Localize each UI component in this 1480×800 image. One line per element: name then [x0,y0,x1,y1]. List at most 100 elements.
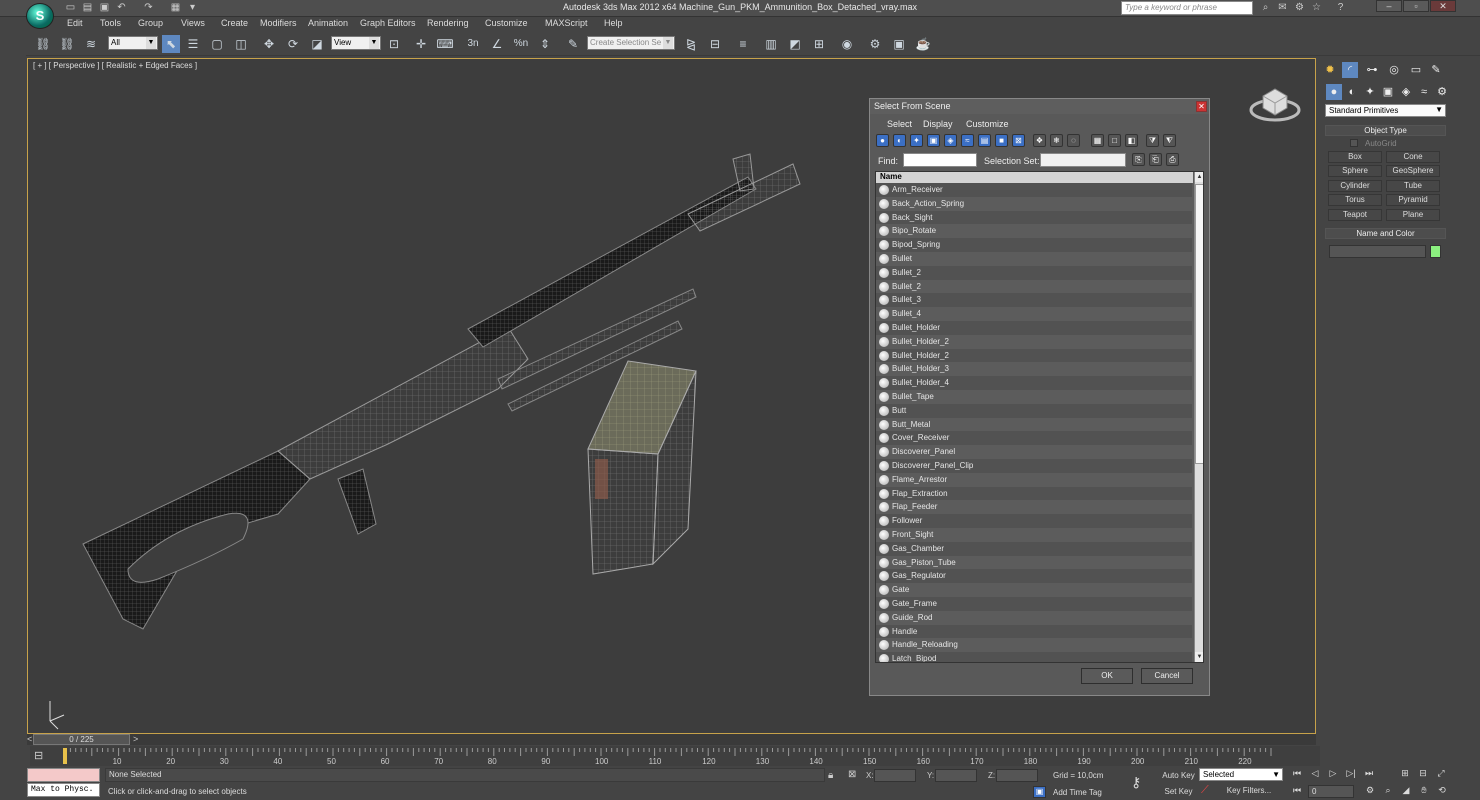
menu-tools[interactable]: Tools [100,18,121,28]
teapot-button[interactable]: Teapot [1328,209,1382,221]
graphite-toolbar-icon[interactable]: ▥ [762,35,780,53]
object-list-item[interactable]: Bullet_Holder_2 [876,348,1192,363]
material-editor-icon[interactable]: ◉ [838,35,856,53]
schematic-view-icon[interactable]: ⊞ [810,35,828,53]
next-frame-icon[interactable]: ▷| [1343,768,1359,782]
object-list-item[interactable]: Cover_Receiver [876,431,1192,446]
angle-snap-icon[interactable]: ∠ [488,35,506,53]
create-selection-set-icon[interactable]: ⎘ [1132,153,1145,166]
object-list-item[interactable]: Discoverer_Panel_Clip [876,458,1192,473]
spinner-snap-icon[interactable]: ⇕ [536,35,554,53]
object-list-item[interactable]: Back_Sight [876,210,1192,225]
menu-help[interactable]: Help [604,18,623,28]
viewcube-icon[interactable] [1249,84,1301,124]
orbit-icon[interactable]: ⟲ [1434,785,1450,799]
default-tangent-icon[interactable]: ⟋ [1201,784,1209,797]
dialog-menu-select[interactable]: Select [887,119,912,129]
cylinder-button[interactable]: Cylinder [1328,180,1382,192]
tube-button[interactable]: Tube [1386,180,1440,192]
link-icon[interactable]: ⛓ [34,35,52,53]
keyboard-shortcut-override-icon[interactable]: ⌨ [436,35,454,53]
object-list-item[interactable]: Handle [876,624,1192,639]
set-key-button[interactable]: Set Key [1160,785,1197,798]
goto-start-icon[interactable]: ⏮ [1289,768,1305,782]
cancel-button[interactable]: Cancel [1141,668,1193,684]
scroll-down-icon[interactable]: ▼ [1195,652,1203,662]
zoom-all-icon[interactable]: ⊟ [1415,768,1431,782]
selection-set-dropdown[interactable] [1040,153,1126,167]
menu-animation[interactable]: Animation [308,18,348,28]
object-list-item[interactable]: Back_Action_Spring [876,197,1192,211]
maximize-viewport-icon[interactable]: ⤢ [1433,768,1449,782]
rendered-frame-window-icon[interactable]: ▣ [890,35,908,53]
display-frozen-icon[interactable]: ❄ [1050,134,1063,147]
favorites-icon[interactable]: ☆ [1310,1,1323,14]
sphere-button[interactable]: Sphere [1328,165,1382,177]
shapes-category-icon[interactable]: ◐ [1344,84,1360,100]
plane-button[interactable]: Plane [1386,209,1440,221]
save-file-icon[interactable]: ▣ [98,1,111,14]
object-list-item[interactable]: Bullet_Holder [876,320,1192,335]
display-helpers-icon[interactable]: ◈ [944,134,957,147]
layer-manager-icon[interactable]: ≡ [734,35,752,53]
time-slider-track[interactable] [27,734,1316,745]
scene-object-list[interactable]: Name Arm_Receiver Back_Action_Spring Back_… [875,171,1204,663]
cone-button[interactable]: Cone [1386,151,1440,163]
selection-filter-dropdown[interactable]: All ▼ [108,36,158,50]
key-mode-toggle-icon[interactable]: ⏮ [1289,785,1305,799]
filter-icon[interactable]: ⧩ [1146,134,1159,147]
pyramid-button[interactable]: Pyramid [1386,194,1440,206]
rectangular-selection-icon[interactable]: ▢ [208,35,226,53]
list-scrollbar[interactable]: ▲ ▼ [1194,172,1203,662]
previous-frame-icon[interactable]: ◁ [1307,768,1323,782]
quick-access-dropdown-icon[interactable]: ▾ [186,1,199,14]
geosphere-button[interactable]: GeoSphere [1386,165,1440,177]
binoculars-icon[interactable]: ⌕ [1259,1,1272,14]
display-spacewarps-icon[interactable]: ≈ [961,134,974,147]
field-of-view-icon[interactable]: ◢ [1398,785,1414,799]
undo-icon[interactable]: ↶ [115,1,128,14]
object-list-item[interactable]: Flame_Arrestor [876,473,1192,487]
autogrid-checkbox[interactable] [1350,139,1358,147]
menu-customize[interactable]: Customize [485,18,528,28]
select-invert-icon[interactable]: ◧ [1125,134,1138,147]
display-cameras-icon[interactable]: ▣ [927,134,940,147]
menu-modifiers[interactable]: Modifiers [260,18,297,28]
object-list-item[interactable]: Bipo_Rotate [876,224,1192,238]
object-list-item[interactable]: Butt [876,403,1192,418]
select-all-icon[interactable]: ▦ [1091,134,1104,147]
primitive-type-dropdown[interactable]: Standard Primitives ▼ [1325,104,1446,117]
goto-end-icon[interactable]: ⏭ [1361,768,1377,782]
maxscript-mini-output[interactable]: Max to Physc. [27,783,100,797]
current-frame-input[interactable]: 0 [1308,785,1354,798]
key-set-dropdown[interactable]: Selected ▼ [1199,768,1283,781]
dialog-close-button[interactable]: ✕ [1196,101,1207,112]
object-list-item[interactable]: Bipod_Spring [876,238,1192,252]
object-list-item[interactable]: Bullet_2 [876,265,1192,280]
modify-tab-icon[interactable]: ◜ [1342,62,1358,78]
pan-icon[interactable]: ✋︎ [1416,785,1432,799]
project-folder-icon[interactable]: ▦ [169,1,182,14]
display-hidden-icon[interactable]: ◌ [1067,134,1080,147]
reference-coordinate-dropdown[interactable]: View ▼ [331,36,381,50]
object-list-item[interactable]: Bullet_2 [876,280,1192,294]
motion-tab-icon[interactable]: ◎ [1386,62,1402,78]
select-object-icon[interactable]: ⬉ [162,35,180,53]
minimize-button[interactable]: – [1376,0,1402,12]
object-list-item[interactable]: Gate_Frame [876,596,1192,611]
find-input[interactable] [903,153,977,167]
x-coordinate-input[interactable] [874,769,916,782]
utilities-tab-icon[interactable]: ✎ [1428,62,1444,78]
filter-options-icon[interactable]: ⧨ [1163,134,1176,147]
display-shapes-icon[interactable]: ◐ [893,134,906,147]
maxscript-listener-input[interactable] [27,768,100,782]
redo-icon[interactable]: ↷ [142,1,155,14]
create-tab-icon[interactable]: ✹ [1322,62,1338,78]
object-list-item[interactable]: Guide_Rod [876,611,1192,625]
snaps-toggle-icon[interactable]: 3n [464,35,482,53]
object-list-item[interactable]: Bullet_Tape [876,390,1192,404]
object-type-rollout[interactable]: Object Type [1325,125,1446,136]
object-list-item[interactable]: Butt_Metal [876,418,1192,432]
y-coordinate-input[interactable] [935,769,977,782]
object-list-item[interactable]: Bullet [876,252,1192,266]
